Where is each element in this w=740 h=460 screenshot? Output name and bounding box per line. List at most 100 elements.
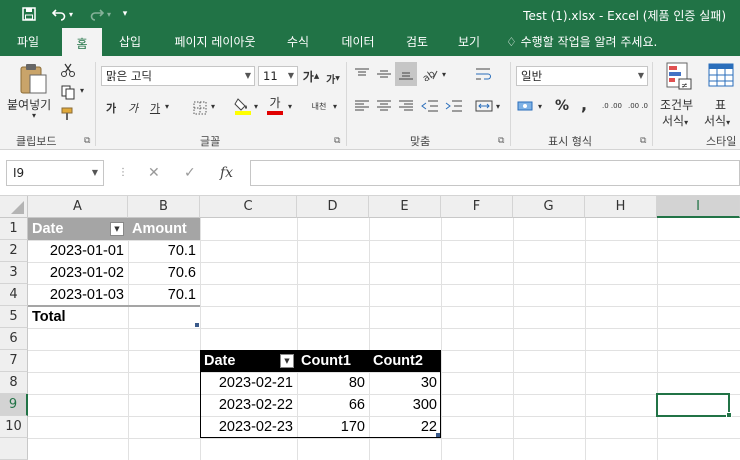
- row-header-9[interactable]: 9: [0, 394, 28, 416]
- row-header-3[interactable]: 3: [0, 262, 28, 284]
- table2-cell[interactable]: 2023-02-21: [200, 372, 297, 394]
- align-left-icon[interactable]: [352, 96, 372, 116]
- font-color-button[interactable]: 가: [265, 96, 285, 116]
- name-box[interactable]: I9 ▼: [6, 160, 104, 186]
- tell-me-box[interactable]: ♢ 수행할 작업을 알려 주세요.: [506, 28, 682, 56]
- align-middle-icon[interactable]: [374, 64, 394, 84]
- row-header-6[interactable]: 6: [0, 328, 28, 350]
- select-all-corner[interactable]: [0, 196, 28, 218]
- shrink-font-button[interactable]: 가 ▼: [323, 68, 343, 88]
- table1-cell[interactable]: 70.1: [128, 284, 200, 306]
- table2-header-count1[interactable]: Count1: [297, 350, 369, 372]
- font-color-dropdown-icon[interactable]: ▾: [288, 102, 292, 111]
- tab-insert[interactable]: 삽입: [108, 28, 152, 56]
- column-header-h[interactable]: H: [585, 196, 657, 218]
- column-header-g[interactable]: G: [513, 196, 585, 218]
- font-launcher-icon[interactable]: ⧉: [334, 136, 340, 146]
- conditional-formatting-label-2[interactable]: 서식▾: [662, 112, 688, 129]
- row-header-10[interactable]: 10: [0, 416, 28, 438]
- cancel-entry-button[interactable]: ✕: [148, 160, 160, 186]
- cut-icon[interactable]: [58, 60, 78, 80]
- orientation-dropdown-icon[interactable]: ▾: [442, 70, 446, 79]
- bold-button[interactable]: 가: [101, 98, 121, 118]
- format-as-table-label-2[interactable]: 서식▾: [704, 112, 730, 129]
- decrease-decimal-button[interactable]: .00 .0: [626, 96, 650, 116]
- row-header-7[interactable]: 7: [0, 350, 28, 372]
- row-header-4[interactable]: 4: [0, 284, 28, 306]
- accounting-format-icon[interactable]: [516, 96, 536, 116]
- formula-input[interactable]: [250, 160, 740, 186]
- table2-cell[interactable]: 30: [369, 372, 441, 394]
- underline-button[interactable]: 가: [145, 98, 165, 118]
- table2-cell[interactable]: 2023-02-22: [200, 394, 297, 416]
- grow-font-button[interactable]: 가 ▲: [301, 66, 321, 86]
- accounting-dropdown-icon[interactable]: ▾: [538, 102, 542, 111]
- table1-cell[interactable]: 2023-01-01: [28, 240, 128, 262]
- customize-qat-icon[interactable]: ▾: [118, 4, 132, 24]
- table1-header-amount[interactable]: Amount: [128, 218, 200, 240]
- table2-cell[interactable]: 22: [369, 416, 441, 438]
- table-resize-handle-icon[interactable]: [195, 323, 199, 327]
- tab-review[interactable]: 검토: [396, 28, 438, 56]
- row-header-1[interactable]: 1: [0, 218, 28, 240]
- conditional-formatting-icon[interactable]: ≠: [664, 60, 694, 92]
- conditional-formatting-label-1[interactable]: 조건부: [660, 96, 693, 113]
- table1-total-label[interactable]: Total: [28, 306, 128, 328]
- tab-page-layout[interactable]: 페이지 레이아웃: [162, 28, 268, 56]
- clipboard-launcher-icon[interactable]: ⧉: [84, 136, 90, 146]
- format-as-table-label-1[interactable]: 표: [715, 96, 726, 113]
- increase-indent-icon[interactable]: [444, 96, 464, 116]
- enter-entry-button[interactable]: ✓: [184, 160, 196, 186]
- column-header-e[interactable]: E: [369, 196, 441, 218]
- underline-dropdown-icon[interactable]: ▾: [165, 102, 169, 111]
- table1-cell[interactable]: 70.6: [128, 262, 200, 284]
- phonetic-button[interactable]: 내천: [306, 96, 332, 116]
- row-header-2[interactable]: 2: [0, 240, 28, 262]
- increase-decimal-button[interactable]: .0 .00: [600, 96, 624, 116]
- phonetic-dropdown-icon[interactable]: ▾: [333, 102, 337, 111]
- table2-header-count2[interactable]: Count2: [369, 350, 441, 372]
- row-header-5[interactable]: 5: [0, 306, 28, 328]
- fill-color-icon[interactable]: [233, 96, 253, 116]
- column-header-a[interactable]: A: [28, 196, 128, 218]
- table1-cell[interactable]: 70.1: [128, 240, 200, 262]
- align-bottom-icon[interactable]: [395, 62, 417, 86]
- insert-function-button[interactable]: fx: [220, 160, 233, 186]
- table2-cell[interactable]: 66: [297, 394, 369, 416]
- merge-center-icon[interactable]: [474, 96, 494, 116]
- align-center-icon[interactable]: [374, 96, 394, 116]
- selected-cell-i9[interactable]: [656, 393, 730, 417]
- copy-icon[interactable]: [58, 82, 78, 102]
- table1-cell[interactable]: 2023-01-03: [28, 284, 128, 306]
- table2-cell[interactable]: 300: [369, 394, 441, 416]
- table-resize-handle-icon[interactable]: [436, 433, 440, 437]
- table1-cell[interactable]: 2023-01-02: [28, 262, 128, 284]
- italic-button[interactable]: 가: [123, 98, 143, 118]
- redo-dropdown-icon[interactable]: ▾: [104, 4, 114, 24]
- number-format-combo[interactable]: 일반 ▼: [516, 66, 648, 86]
- save-icon[interactable]: [18, 4, 40, 24]
- fill-color-dropdown-icon[interactable]: ▾: [254, 102, 258, 111]
- column-header-b[interactable]: B: [128, 196, 200, 218]
- copy-dropdown-icon[interactable]: ▾: [80, 86, 84, 95]
- merge-dropdown-icon[interactable]: ▾: [496, 102, 500, 111]
- format-painter-icon[interactable]: [58, 104, 78, 124]
- table2-cell[interactable]: 170: [297, 416, 369, 438]
- comma-button[interactable]: ,: [574, 94, 594, 114]
- table2-cell[interactable]: 2023-02-23: [200, 416, 297, 438]
- wrap-text-icon[interactable]: [474, 64, 494, 84]
- format-as-table-icon[interactable]: [706, 60, 736, 92]
- align-top-icon[interactable]: [352, 64, 372, 84]
- tab-data[interactable]: 데이터: [330, 28, 386, 56]
- filter-dropdown-icon[interactable]: ▼: [280, 354, 294, 368]
- tab-formulas[interactable]: 수식: [278, 28, 318, 56]
- row-header-11[interactable]: [0, 438, 28, 460]
- table2-cell[interactable]: 80: [297, 372, 369, 394]
- tab-file[interactable]: 파일: [6, 28, 50, 56]
- column-header-d[interactable]: D: [297, 196, 369, 218]
- align-right-icon[interactable]: [396, 96, 416, 116]
- fill-handle-icon[interactable]: [726, 412, 732, 418]
- font-name-combo[interactable]: 맑은 고딕 ▼: [101, 66, 255, 86]
- column-header-c[interactable]: C: [200, 196, 297, 218]
- filter-dropdown-icon[interactable]: ▼: [110, 222, 124, 236]
